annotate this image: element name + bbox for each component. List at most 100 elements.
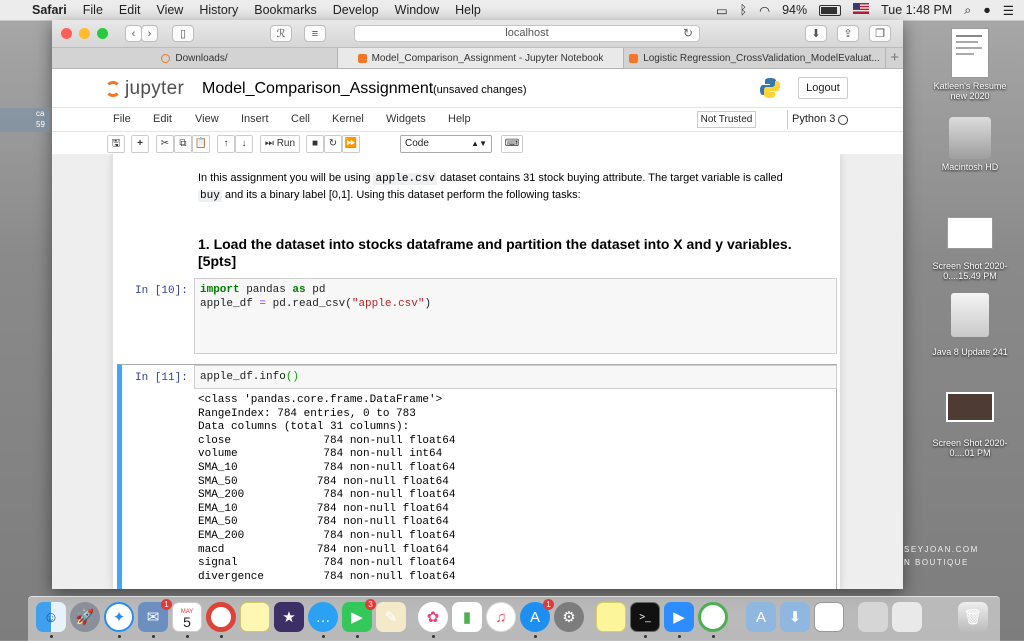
nb-menu-insert[interactable]: Insert	[241, 113, 269, 125]
close-window-button[interactable]	[61, 28, 72, 39]
screen-stack-icon[interactable]	[858, 602, 888, 632]
trash-icon[interactable]: 🗑	[958, 602, 988, 632]
imovie-icon[interactable]: ★	[274, 602, 304, 632]
airplay-icon[interactable]: ▭	[710, 3, 734, 18]
output-line: EMA_200 784 non-null float64	[198, 529, 456, 542]
save-icon[interactable]: 🖫	[107, 135, 125, 153]
applications-folder-icon[interactable]: A	[746, 602, 776, 632]
app-menu[interactable]: Safari	[24, 3, 75, 17]
menu-file[interactable]: File	[75, 3, 111, 17]
move-down-icon[interactable]: ↓	[235, 135, 253, 153]
insert-cell-icon[interactable]: +	[131, 135, 149, 153]
trust-indicator[interactable]: Not Trusted	[697, 111, 756, 128]
contacts-mail-icon[interactable]: ✉ 1	[138, 599, 172, 632]
tab-label: Logistic Regression_CrossValidation_Mode…	[643, 52, 880, 64]
run-button[interactable]: ⏭ Run	[260, 135, 300, 153]
code-cell-input[interactable]: apple_df.info()	[194, 365, 837, 389]
tabs-overview-icon[interactable]: ❐	[869, 25, 891, 42]
pages-icon[interactable]: ✎	[376, 602, 406, 632]
safari-icon[interactable]: ✦	[104, 602, 134, 632]
minimized-window-icon[interactable]	[892, 602, 922, 632]
address-bar[interactable]: localhost ↻	[354, 25, 700, 42]
notebook-title[interactable]: Model_Comparison_Assignment	[202, 80, 433, 98]
menu-help[interactable]: Help	[447, 3, 489, 17]
url-text: localhost	[505, 27, 549, 39]
stickies-icon[interactable]	[596, 602, 626, 632]
jupyter-logo[interactable]: jupyter	[105, 78, 184, 100]
downloads-icon[interactable]: ⬇	[805, 25, 827, 42]
wifi-icon[interactable]: ◠	[753, 3, 776, 18]
battery-icon[interactable]	[813, 3, 847, 17]
battery-percent[interactable]: 94%	[776, 3, 813, 17]
cut-icon[interactable]: ✂	[156, 135, 174, 153]
paste-icon[interactable]: 📋	[192, 135, 210, 153]
spotlight-icon[interactable]: ⌕	[958, 3, 977, 18]
desktop-file-resume[interactable]: Katleen's Resume new 2020	[920, 28, 1020, 101]
itunes-icon[interactable]: ♫	[486, 602, 516, 632]
numbers-icon[interactable]: ▮	[452, 602, 482, 632]
calendar-icon[interactable]: MAY 5	[172, 602, 202, 632]
extension-icon[interactable]: ℛ	[270, 25, 292, 42]
reload-icon[interactable]: ↻	[683, 26, 693, 41]
menu-bookmarks[interactable]: Bookmarks	[246, 3, 325, 17]
menu-window[interactable]: Window	[387, 3, 447, 17]
nb-menu-help[interactable]: Help	[448, 113, 471, 125]
app-store-icon[interactable]: A1	[520, 599, 554, 632]
reader-icon[interactable]: ≡	[304, 25, 326, 42]
desktop-disk-macintosh-hd[interactable]: Macintosh HD	[920, 113, 1020, 172]
launchpad-icon[interactable]: 🚀	[70, 602, 100, 632]
notebook-scroll-area[interactable]: In this assignment you will be using app…	[52, 154, 903, 589]
zoom-window-button[interactable]	[97, 28, 108, 39]
downloads-folder-icon[interactable]: ⬇	[780, 602, 810, 632]
desktop-file-screenshot-1[interactable]: Screen Shot 2020-0....15.49 PM	[920, 212, 1020, 281]
facetime-icon[interactable]: ▶ 3	[342, 599, 376, 632]
menu-view[interactable]: View	[148, 3, 191, 17]
logout-button[interactable]: Logout	[798, 77, 848, 99]
share-icon[interactable]: ⇪	[837, 25, 859, 42]
nb-menu-edit[interactable]: Edit	[153, 113, 172, 125]
messages-icon[interactable]: …	[308, 602, 338, 632]
nb-menu-kernel[interactable]: Kernel	[332, 113, 364, 125]
document-stack-icon[interactable]	[814, 602, 844, 632]
sidebar-toggle-icon[interactable]: ▯	[172, 25, 194, 42]
system-preferences-icon[interactable]: ⚙	[554, 602, 584, 632]
input-source-flag-icon[interactable]	[847, 3, 875, 17]
forward-button[interactable]: ›	[141, 25, 158, 42]
restart-icon[interactable]: ↻	[324, 135, 342, 153]
copy-icon[interactable]: ⧉	[174, 135, 192, 153]
desktop-file-screenshot-2[interactable]: Screen Shot 2020-0....01 PM	[920, 392, 1020, 458]
menu-history[interactable]: History	[191, 3, 246, 17]
desktop-disk-java[interactable]: Java 8 Update 241	[920, 293, 1020, 357]
photos-icon[interactable]: ✿	[418, 602, 448, 632]
nb-menu-cell[interactable]: Cell	[291, 113, 310, 125]
nb-menu-file[interactable]: File	[113, 113, 131, 125]
bluetooth-icon[interactable]: ᛒ	[734, 3, 754, 17]
chrome-icon[interactable]	[206, 602, 236, 632]
tab-model-comparison[interactable]: Model_Comparison_Assignment - Jupyter No…	[338, 48, 624, 68]
menu-edit[interactable]: Edit	[111, 3, 149, 17]
cell-type-select[interactable]: Code ▲▼	[400, 135, 492, 153]
interrupt-icon[interactable]: ■	[306, 135, 324, 153]
siri-icon[interactable]: ●	[977, 3, 997, 17]
back-button[interactable]: ‹	[125, 25, 142, 42]
menu-develop[interactable]: Develop	[325, 3, 387, 17]
tab-label: Model_Comparison_Assignment - Jupyter No…	[371, 52, 604, 64]
calendar-day: 5	[183, 614, 191, 630]
code-cell-input[interactable]: import pandas as pd apple_df = pd.read_c…	[194, 278, 837, 354]
new-tab-button[interactable]: +	[890, 48, 899, 68]
notes-icon[interactable]	[240, 602, 270, 632]
minimize-window-button[interactable]	[79, 28, 90, 39]
nb-menu-view[interactable]: View	[195, 113, 219, 125]
move-up-icon[interactable]: ↑	[217, 135, 235, 153]
nb-menu-widgets[interactable]: Widgets	[386, 113, 426, 125]
activity-monitor-icon[interactable]	[698, 602, 728, 632]
tab-downloads[interactable]: Downloads/	[52, 48, 338, 68]
terminal-icon[interactable]: >_	[630, 602, 660, 632]
tab-logistic-regression[interactable]: Logistic Regression_CrossValidation_Mode…	[624, 48, 886, 68]
clock[interactable]: Tue 1:48 PM	[875, 3, 958, 17]
keyboard-icon[interactable]: ⌨	[501, 135, 523, 153]
zoom-app-icon[interactable]: ▶	[664, 602, 694, 632]
finder-icon[interactable]: ☺	[36, 602, 66, 632]
restart-run-all-icon[interactable]: ⏩	[342, 135, 360, 153]
notification-center-icon[interactable]: ☰	[997, 3, 1024, 18]
